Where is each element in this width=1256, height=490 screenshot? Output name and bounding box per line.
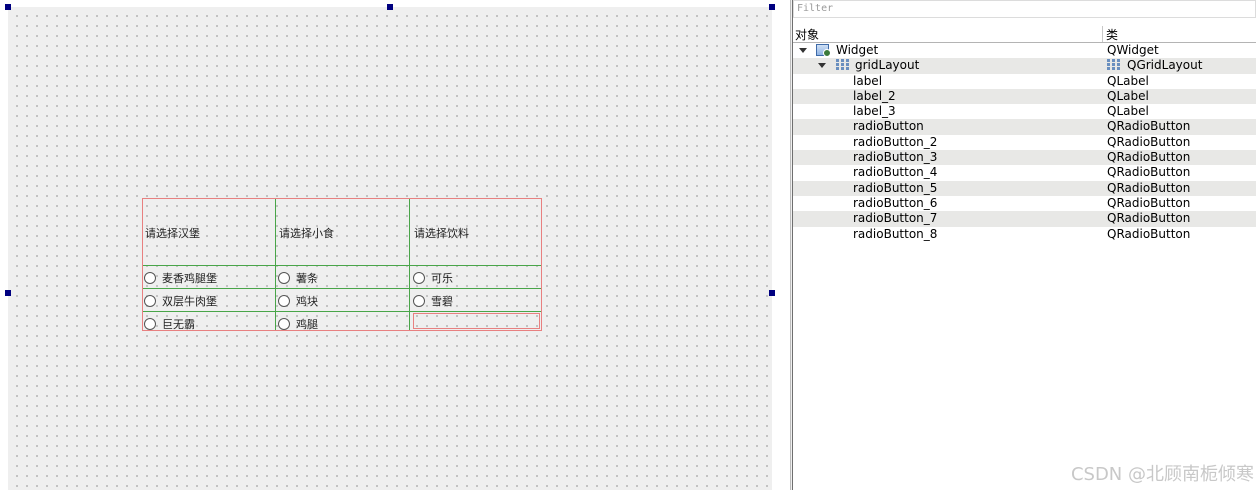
grid-layout-frame[interactable]: 请选择汉堡 请选择小食 请选择饮料 麦香鸡腿堡 双层牛肉堡 巨无霸 薯条 鸡块 … <box>142 198 542 331</box>
tree-class-name: QRadioButton <box>1107 180 1191 195</box>
resize-handle-left[interactable] <box>5 290 11 296</box>
tree-row[interactable]: radioButton_2 QRadioButton <box>793 135 1256 150</box>
tree-object-name: radioButton_6 <box>853 195 938 210</box>
tree-row[interactable]: radioButton_5 QRadioButton <box>793 180 1256 196</box>
tree-row[interactable]: label_3 QLabel <box>793 104 1256 119</box>
tree-object-name: radioButton_5 <box>853 180 938 195</box>
radio-label: 鸡腿 <box>296 318 318 331</box>
filter-input[interactable]: Filter <box>793 0 1256 18</box>
tree-class-name: QRadioButton <box>1107 150 1191 165</box>
tree-object-name: radioButton_8 <box>853 226 938 241</box>
grid-layout-icon <box>836 59 849 72</box>
tree-object-name: radioButton_2 <box>853 134 938 149</box>
radio-snack-2[interactable]: 鸡块 <box>278 293 318 309</box>
object-inspector: Filter 对象 类 Widget QWidget gridLayout QG… <box>793 0 1256 490</box>
burger-label[interactable]: 请选择汉堡 <box>145 225 200 241</box>
tree-class-name: QGridLayout <box>1127 58 1203 73</box>
watermark: CSDN @北顾南栀倾寒 <box>1070 464 1254 485</box>
radio-circle-icon <box>413 272 425 284</box>
tree-object-name: radioButton <box>853 119 924 134</box>
tree-class-name: QRadioButton <box>1107 134 1191 149</box>
radio-drink-1[interactable]: 可乐 <box>413 270 453 286</box>
radio-circle-icon <box>144 295 156 307</box>
tree-class-name: QRadioButton <box>1107 165 1191 180</box>
radio-circle-icon <box>278 318 290 330</box>
radio-circle-icon <box>278 295 290 307</box>
grid-row-divider <box>143 288 541 289</box>
empty-grid-cell <box>413 313 540 329</box>
radio-snack-1[interactable]: 薯条 <box>278 270 318 286</box>
widget-icon <box>816 44 831 57</box>
tree-row-widget[interactable]: Widget QWidget <box>793 43 1256 58</box>
inspector-header: 对象 类 <box>793 26 1256 43</box>
column-header-object[interactable]: 对象 <box>795 26 819 43</box>
radio-burger-2[interactable]: 双层牛肉堡 <box>144 293 217 309</box>
tree-class-name: QWidget <box>1107 43 1159 57</box>
radio-burger-3[interactable]: 巨无霸 <box>144 316 195 332</box>
tree-row[interactable]: radioButton_4 QRadioButton <box>793 165 1256 180</box>
radio-label: 巨无霸 <box>162 318 195 331</box>
tree-class-name: QLabel <box>1107 73 1149 88</box>
radio-circle-icon <box>278 272 290 284</box>
tree-row[interactable]: radioButton QRadioButton <box>793 119 1256 135</box>
radio-label: 麦香鸡腿堡 <box>162 272 217 285</box>
resize-handle-top[interactable] <box>387 4 393 10</box>
designer-canvas-area: 请选择汉堡 请选择小食 请选择饮料 麦香鸡腿堡 双层牛肉堡 巨无霸 薯条 鸡块 … <box>0 0 790 490</box>
tree-row[interactable]: radioButton_3 QRadioButton <box>793 150 1256 166</box>
tree-object-name: label <box>853 73 883 88</box>
resize-handle-top-left[interactable] <box>5 4 11 10</box>
tree-row[interactable]: radioButton_6 QRadioButton <box>793 196 1256 211</box>
expand-arrow-icon[interactable] <box>818 63 826 69</box>
radio-circle-icon <box>413 295 425 307</box>
radio-circle-icon <box>144 318 156 330</box>
resize-handle-right[interactable] <box>769 290 775 296</box>
grid-row-divider <box>143 265 541 266</box>
radio-label: 双层牛肉堡 <box>162 295 217 308</box>
column-header-class[interactable]: 类 <box>1106 26 1118 43</box>
radio-drink-2[interactable]: 雪碧 <box>413 293 453 309</box>
tree-row[interactable]: label_2 QLabel <box>793 88 1256 105</box>
radio-snack-3[interactable]: 鸡腿 <box>278 316 318 332</box>
tree-object-name: Widget <box>836 43 879 57</box>
radio-label: 鸡块 <box>296 295 318 308</box>
object-tree: Widget QWidget gridLayout QGridLayout la… <box>793 43 1256 242</box>
tree-object-name: radioButton_4 <box>853 165 938 180</box>
tree-object-name: label_3 <box>853 104 896 119</box>
tree-row-gridlayout[interactable]: gridLayout QGridLayout <box>793 58 1256 74</box>
tree-row[interactable]: radioButton_7 QRadioButton <box>793 211 1256 227</box>
column-separator[interactable] <box>1102 26 1103 42</box>
tree-object-name: label_2 <box>853 88 896 103</box>
snack-label[interactable]: 请选择小食 <box>279 225 334 241</box>
resize-handle-top-right[interactable] <box>769 4 775 10</box>
radio-label: 薯条 <box>296 272 318 285</box>
radio-label: 可乐 <box>431 272 453 285</box>
radio-circle-icon <box>144 272 156 284</box>
tree-object-name: gridLayout <box>855 58 920 73</box>
tree-class-name: QRadioButton <box>1107 195 1191 210</box>
tree-class-name: QLabel <box>1107 104 1149 119</box>
radio-burger-1[interactable]: 麦香鸡腿堡 <box>144 270 217 286</box>
tree-row[interactable]: label QLabel <box>793 74 1256 89</box>
tree-object-name: radioButton_3 <box>853 150 938 165</box>
grid-layout-icon <box>1107 59 1120 72</box>
drink-label[interactable]: 请选择饮料 <box>414 225 469 241</box>
tree-class-name: QRadioButton <box>1107 226 1191 241</box>
expand-arrow-icon[interactable] <box>799 48 807 53</box>
tree-class-name: QRadioButton <box>1107 119 1191 134</box>
tree-object-name: radioButton_7 <box>853 211 938 226</box>
radio-label: 雪碧 <box>431 295 453 308</box>
tree-row[interactable]: radioButton_8 QRadioButton <box>793 227 1256 242</box>
grid-row-divider <box>143 311 541 312</box>
tree-class-name: QRadioButton <box>1107 211 1191 226</box>
tree-class-name: QLabel <box>1107 88 1149 103</box>
